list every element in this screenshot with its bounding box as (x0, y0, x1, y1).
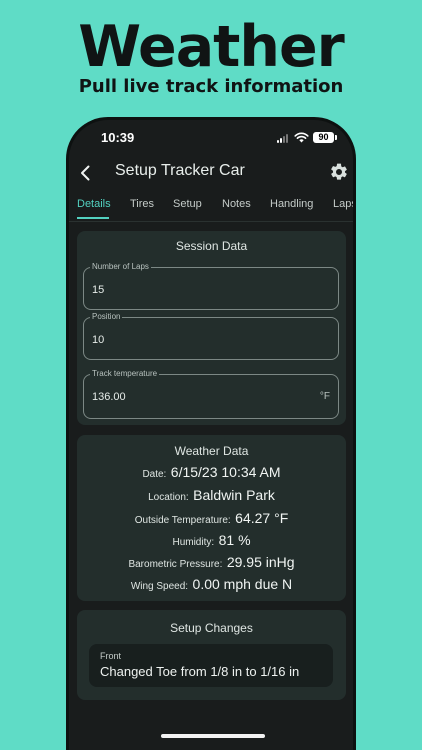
cellular-signal-icon (277, 134, 288, 143)
position-label: Position (90, 312, 123, 321)
tab-notes[interactable]: Notes (222, 198, 251, 210)
setup-change-text: Changed Toe from 1/8 in to 1/16 in (100, 664, 300, 679)
page-title: Setup Tracker Car (115, 162, 245, 179)
tab-details[interactable]: Details (77, 198, 111, 210)
tab-bar: Details Tires Setup Notes Handling Laps (69, 196, 353, 220)
weather-data-card: Weather Data Date: 6/15/23 10:34 AM Loca… (77, 435, 346, 601)
position-field[interactable]: Position 10 (83, 312, 339, 360)
battery-icon: 90 (313, 132, 337, 143)
promo-headline: Weather (78, 14, 345, 80)
weather-label: Location: (148, 492, 189, 503)
laps-label: Number of Laps (90, 262, 151, 271)
setup-change-item[interactable]: Front Changed Toe from 1/8 in to 1/16 in (89, 644, 333, 687)
status-bar: 10:39 90 (69, 128, 353, 148)
weather-label: Wing Speed: (130, 581, 189, 592)
chevron-left-icon[interactable] (75, 162, 97, 184)
weather-row-wing-speed: Wing Speed: 0.00 mph due N (77, 576, 346, 594)
setup-changes-card: Setup Changes Front Changed Toe from 1/8… (77, 610, 346, 700)
weather-label: Humidity: (172, 537, 215, 548)
weather-row-location: Location: Baldwin Park (77, 487, 346, 505)
promo-subhead: Pull live track information (78, 76, 344, 97)
phone-frame: 10:39 90 Setup Tracker Car Details Tires… (66, 117, 356, 750)
weather-label: Barometric Pressure: (128, 559, 223, 570)
session-data-card: Session Data Number of Laps 15 Position … (77, 231, 346, 425)
weather-value: 64.27 °F (235, 510, 289, 526)
weather-label: Outside Temperature: (134, 515, 231, 526)
weather-value: 81 % (218, 532, 251, 548)
weather-data-title: Weather Data (174, 444, 249, 458)
weather-row-humidity: Humidity: 81 % (77, 532, 346, 550)
weather-row-barometric-pressure: Barometric Pressure: 29.95 inHg (77, 554, 346, 572)
gear-icon[interactable] (329, 162, 349, 182)
weather-value: 0.00 mph due N (192, 576, 293, 592)
weather-value: 29.95 inHg (226, 554, 295, 570)
tab-tires[interactable]: Tires (130, 198, 154, 210)
weather-row-outside-temperature: Outside Temperature: 64.27 °F (77, 510, 346, 528)
tab-laps[interactable]: Laps (333, 198, 353, 210)
weather-row-date: Date: 6/15/23 10:34 AM (77, 464, 346, 482)
home-indicator[interactable] (161, 734, 265, 738)
active-tab-indicator (77, 217, 109, 219)
tab-setup[interactable]: Setup (173, 198, 202, 210)
status-time: 10:39 (101, 130, 135, 145)
app-bar: Setup Tracker Car (69, 158, 353, 188)
setup-change-label: Front (100, 651, 122, 661)
track-temperature-label: Track temperature (90, 369, 160, 378)
setup-changes-title: Setup Changes (170, 621, 253, 635)
weather-value: 6/15/23 10:34 AM (170, 464, 281, 480)
laps-input[interactable]: 15 (92, 284, 104, 296)
tab-handling[interactable]: Handling (270, 198, 313, 210)
app-screen: 10:39 90 Setup Tracker Car Details Tires… (69, 120, 353, 750)
position-input[interactable]: 10 (92, 334, 104, 346)
weather-value: Baldwin Park (193, 487, 275, 503)
weather-label: Date: (142, 469, 167, 480)
wifi-icon (294, 132, 309, 143)
session-data-title: Session Data (175, 239, 248, 253)
track-temperature-input[interactable]: 136.00 (92, 391, 126, 403)
tabs-divider (69, 221, 353, 222)
laps-field[interactable]: Number of Laps 15 (83, 262, 339, 310)
track-temperature-field[interactable]: Track temperature 136.00 °F (83, 369, 339, 419)
track-temperature-unit: °F (319, 391, 330, 402)
